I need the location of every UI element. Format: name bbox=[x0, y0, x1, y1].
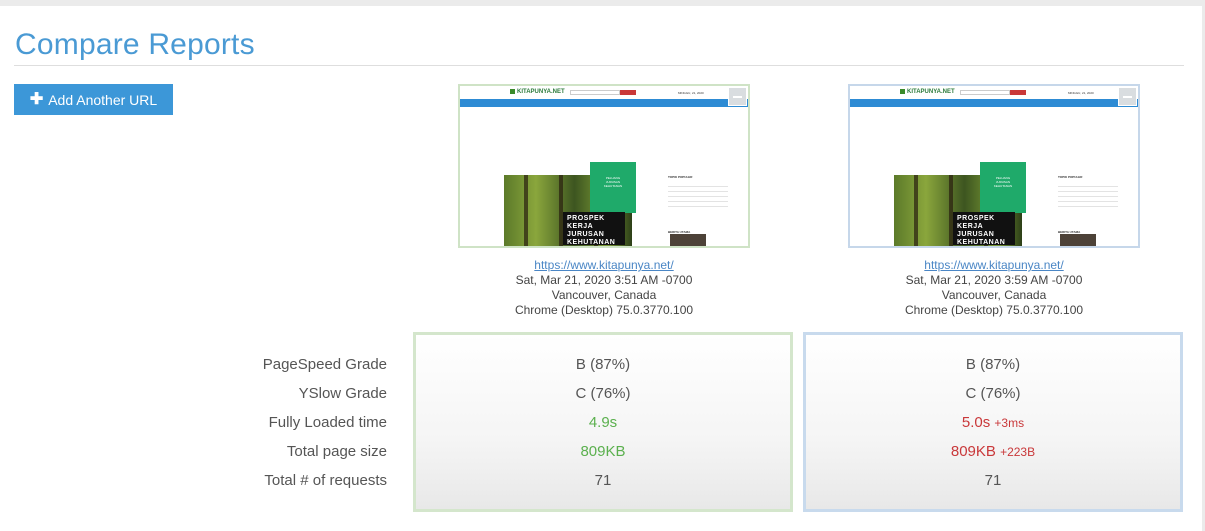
page-title: Compare Reports bbox=[15, 28, 255, 61]
screenshot-sidebar: TOPIK POPULER bbox=[1058, 175, 1118, 220]
report-2-meta: https://www.kitapunya.net/ Sat, Mar 21, … bbox=[848, 258, 1140, 318]
requests-value: 71 bbox=[594, 472, 612, 489]
report-1-metrics: B (87%) C (76%) 4.9s 809KB 71 bbox=[413, 332, 793, 512]
report-1-date: Sat, Mar 21, 2020 3:51 AM -0700 bbox=[515, 273, 693, 287]
yslow-value: C (76%) bbox=[575, 385, 631, 402]
screenshot-date: MINGGU, 21, 2020 bbox=[1068, 91, 1094, 95]
screenshot-logo: KITAPUNYA.NET bbox=[517, 89, 565, 96]
report-1-location: Vancouver, Canada bbox=[551, 288, 657, 302]
requests-label: Total # of requests bbox=[264, 472, 387, 489]
screenshot-hero-green: PELUANG JURUSAN KEHUTANAN bbox=[590, 162, 636, 213]
screenshot-header: KITAPUNYA.NET MINGGU, 21, 2020 bbox=[850, 86, 1138, 99]
report-1-url-link[interactable]: https://www.kitapunya.net/ bbox=[534, 258, 673, 272]
size-label: Total page size bbox=[286, 443, 387, 460]
size-value: 809KB +223B bbox=[950, 443, 1036, 460]
pagespeed-value: B (87%) bbox=[965, 356, 1021, 373]
screenshot-logo: KITAPUNYA.NET bbox=[907, 89, 955, 96]
screenshot-date: MINGGU, 21, 2020 bbox=[678, 91, 704, 95]
title-divider bbox=[14, 65, 1184, 66]
screenshot-nav bbox=[850, 99, 1138, 107]
add-another-url-button[interactable]: ✚ Add Another URL bbox=[14, 84, 173, 115]
collapse-icon[interactable] bbox=[728, 87, 747, 106]
report-2-browser: Chrome (Desktop) 75.0.3770.100 bbox=[904, 303, 1084, 317]
loaded-diff: +3ms bbox=[994, 416, 1025, 430]
screenshot-sidebar: TOPIK POPULER bbox=[668, 175, 728, 220]
report-2-date: Sat, Mar 21, 2020 3:59 AM -0700 bbox=[905, 273, 1083, 287]
screenshot-header: KITAPUNYA.NET MINGGU, 21, 2020 bbox=[460, 86, 748, 99]
size-diff: +223B bbox=[1000, 445, 1036, 459]
yslow-value: C (76%) bbox=[965, 385, 1021, 402]
report-2-url-link[interactable]: https://www.kitapunya.net/ bbox=[924, 258, 1063, 272]
report-1-screenshot[interactable]: KITAPUNYA.NET MINGGU, 21, 2020 PELUANG J… bbox=[458, 84, 750, 248]
screenshot-hero-title: PROSPEK KERJA JURUSAN KEHUTANAN bbox=[563, 212, 625, 246]
collapse-icon[interactable] bbox=[1118, 87, 1137, 106]
requests-value: 71 bbox=[984, 472, 1002, 489]
add-another-url-label: Add Another URL bbox=[48, 91, 158, 108]
loaded-label: Fully Loaded time bbox=[268, 414, 387, 431]
report-1-browser: Chrome (Desktop) 75.0.3770.100 bbox=[514, 303, 694, 317]
pagespeed-value: B (87%) bbox=[575, 356, 631, 373]
pagespeed-label: PageSpeed Grade bbox=[262, 356, 387, 373]
screenshot-hero-green: PELUANG JURUSAN KEHUTANAN bbox=[980, 162, 1026, 213]
metric-labels: PageSpeed Grade YSlow Grade Fully Loaded… bbox=[263, 350, 387, 495]
loaded-value: 4.9s bbox=[588, 414, 618, 431]
screenshot-hero-title: PROSPEK KERJA JURUSAN KEHUTANAN bbox=[953, 212, 1015, 246]
report-2-location: Vancouver, Canada bbox=[941, 288, 1047, 302]
plus-icon: ✚ bbox=[29, 90, 44, 108]
size-value: 809KB bbox=[580, 443, 626, 460]
report-1-meta: https://www.kitapunya.net/ Sat, Mar 21, … bbox=[458, 258, 750, 318]
loaded-value: 5.0s +3ms bbox=[961, 414, 1025, 431]
report-2-metrics: B (87%) C (76%) 5.0s +3ms 809KB +223B 71 bbox=[803, 332, 1183, 512]
yslow-label: YSlow Grade bbox=[298, 385, 387, 402]
screenshot-nav bbox=[460, 99, 748, 107]
report-2-screenshot[interactable]: KITAPUNYA.NET MINGGU, 21, 2020 PELUANG J… bbox=[848, 84, 1140, 248]
